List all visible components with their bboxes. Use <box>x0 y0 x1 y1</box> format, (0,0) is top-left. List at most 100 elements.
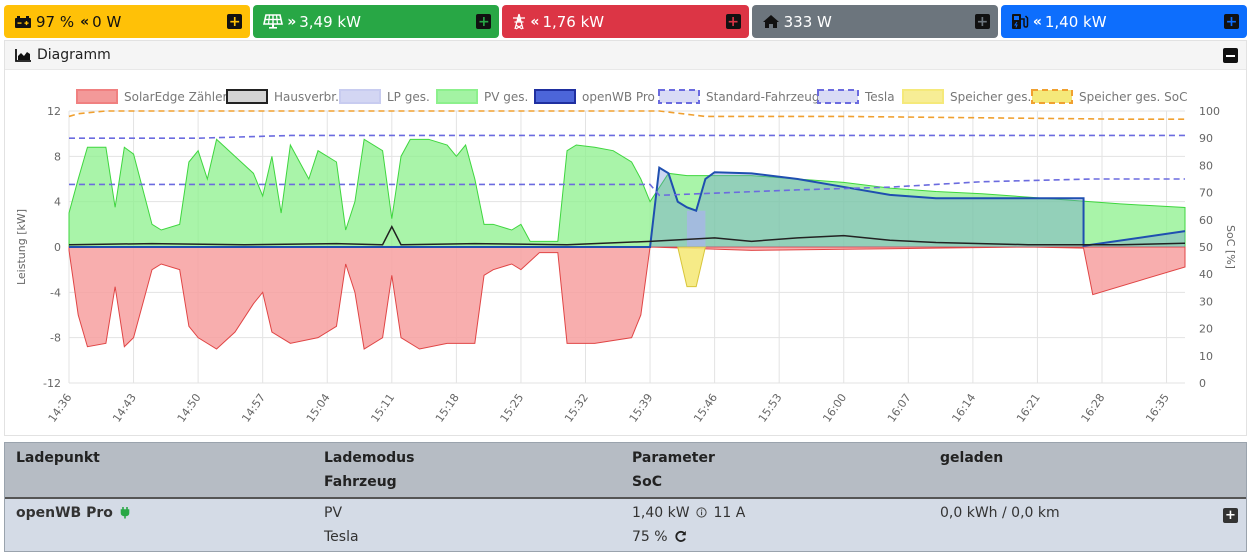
x-tick: 16:21 <box>1014 391 1043 424</box>
vehicle-name[interactable]: Tesla <box>324 529 359 545</box>
area-chart-icon <box>15 48 32 62</box>
chargepoint-tile[interactable]: « 1,40 kW + <box>1000 5 1248 38</box>
y-tick-left: 8 <box>54 150 61 163</box>
status-tiles: 97 % « 0 W + » 3,49 kW + « 1,76 kW + 333… <box>4 5 1248 38</box>
legend-swatch <box>534 89 576 104</box>
chargepoint-expand-button[interactable]: + <box>1224 14 1240 29</box>
y-axis-label-right: SoC [%] <box>1224 225 1237 269</box>
power-chart: 12840-4-8-12100908070605040302010014:36 1… <box>15 89 1237 425</box>
grid-expand-button[interactable]: + <box>725 14 741 29</box>
table-row[interactable]: openWB Pro PV Tesla 1,40 kW 11 A 75 % 0,… <box>5 499 1246 551</box>
battery-soc: 97 % <box>36 12 75 31</box>
car-battery-icon <box>14 15 32 29</box>
y-tick-right: 20 <box>1199 323 1213 336</box>
chart-card-header: Diagramm <box>5 41 1246 70</box>
legend-label: Standard-Fahrzeug <box>706 90 820 104</box>
chart-card-title: Diagramm <box>37 47 111 63</box>
x-tick: 15:39 <box>627 391 656 424</box>
legend-swatch <box>1031 89 1073 104</box>
y-tick-left: -8 <box>50 332 61 345</box>
x-tick: 14:50 <box>175 391 204 424</box>
chargepoint-name[interactable]: openWB Pro <box>16 505 130 521</box>
y-tick-right: 90 <box>1199 132 1213 145</box>
charge-parameter: 1,40 kW 11 A <box>632 505 745 521</box>
header-geladen: geladen <box>940 450 1004 466</box>
home-icon <box>762 14 780 29</box>
chart-legend: SolarEdge Zähler Hausverbr. LP ges. PV ges.… <box>76 89 1188 104</box>
battery-tile[interactable]: 97 % « 0 W + <box>4 5 251 38</box>
x-tick: 16:35 <box>1143 391 1172 424</box>
series-speicher-area <box>677 246 707 288</box>
x-tick: 15:04 <box>304 391 333 424</box>
chargepoint-name-text: openWB Pro <box>16 505 113 521</box>
home-expand-button[interactable]: + <box>974 14 990 29</box>
charge-mode[interactable]: PV <box>324 505 342 521</box>
y-tick-left: 0 <box>54 241 61 254</box>
x-tick: 15:25 <box>498 391 527 424</box>
legend-label: PV ges. <box>484 90 528 104</box>
home-tile[interactable]: 333 W + <box>751 5 998 38</box>
grid-power: 1,76 kW <box>542 12 605 31</box>
header-ladepunkt: Ladepunkt <box>16 450 100 466</box>
pv-power: 3,49 kW <box>299 12 361 31</box>
legend-swatch <box>658 89 700 104</box>
solar-panel-icon <box>263 14 284 29</box>
legend-label: Speicher ges. SoC <box>1079 90 1188 104</box>
x-tick: 15:53 <box>756 391 785 424</box>
legend-swatch <box>436 89 478 104</box>
info-circle-icon <box>696 507 707 518</box>
refresh-icon[interactable] <box>674 530 687 543</box>
charge-current: 11 A <box>713 505 746 521</box>
header-fahrzeug: Fahrzeug <box>324 474 397 490</box>
legend-label: Hausverbr. <box>274 90 339 104</box>
x-tick: 14:43 <box>110 391 139 424</box>
collapse-button[interactable] <box>1223 48 1238 63</box>
row-expand-button[interactable]: + <box>1223 508 1238 523</box>
table-header: Ladepunkt Lademodus Fahrzeug Parameter S… <box>5 443 1246 499</box>
plug-icon <box>120 507 130 519</box>
y-tick-left: -12 <box>43 377 61 390</box>
double-chevron-left-icon: « <box>80 13 89 30</box>
x-tick: 16:28 <box>1079 391 1108 424</box>
y-tick-right: 0 <box>1199 377 1206 390</box>
x-tick: 15:32 <box>562 391 591 424</box>
double-chevron-right-icon: » <box>287 13 296 30</box>
battery-power: 0 W <box>92 12 122 31</box>
header-soc: SoC <box>632 474 662 490</box>
chargepoint-power: 1,40 kW <box>1044 12 1107 31</box>
battery-expand-button[interactable]: + <box>227 14 243 29</box>
legend-label: SolarEdge Zähler <box>124 90 227 104</box>
x-tick: 14:57 <box>239 391 268 424</box>
series-standard-fahrzeug-line <box>69 134 1185 139</box>
y-tick-left: 12 <box>47 105 61 118</box>
x-tick: 16:00 <box>820 391 849 424</box>
chargepoint-table: Ladepunkt Lademodus Fahrzeug Parameter S… <box>4 442 1247 552</box>
power-tower-icon <box>512 13 526 30</box>
charged-amount: 0,0 kWh / 0,0 km <box>940 505 1060 521</box>
header-lademodus: Lademodus <box>324 450 415 466</box>
header-parameter: Parameter <box>632 450 715 466</box>
y-tick-right: 30 <box>1199 295 1213 308</box>
y-tick-left: -4 <box>50 286 61 299</box>
y-tick-right: 10 <box>1199 350 1213 363</box>
legend-swatch <box>902 89 944 104</box>
legend-swatch <box>339 89 381 104</box>
pv-tile[interactable]: » 3,49 kW + <box>253 5 500 38</box>
charging-station-icon <box>1011 13 1029 30</box>
legend-swatch <box>226 89 268 104</box>
pv-expand-button[interactable]: + <box>476 14 492 29</box>
x-tick: 15:11 <box>368 391 397 424</box>
grid-tile[interactable]: « 1,76 kW + <box>502 5 749 38</box>
legend-label: Tesla <box>864 90 895 104</box>
charge-power: 1,40 kW <box>632 505 690 521</box>
legend-swatch <box>76 89 118 104</box>
vehicle-soc: 75 % <box>632 529 687 545</box>
y-tick-left: 4 <box>54 196 61 209</box>
y-tick-right: 80 <box>1199 159 1213 172</box>
x-tick: 15:18 <box>433 391 462 424</box>
y-axis-label-left: Leistung [kW] <box>15 209 28 285</box>
vehicle-soc-value: 75 % <box>632 529 668 545</box>
legend-label: Speicher ges. <box>950 90 1031 104</box>
y-tick-right: 70 <box>1199 187 1213 200</box>
home-power: 333 W <box>783 12 832 31</box>
